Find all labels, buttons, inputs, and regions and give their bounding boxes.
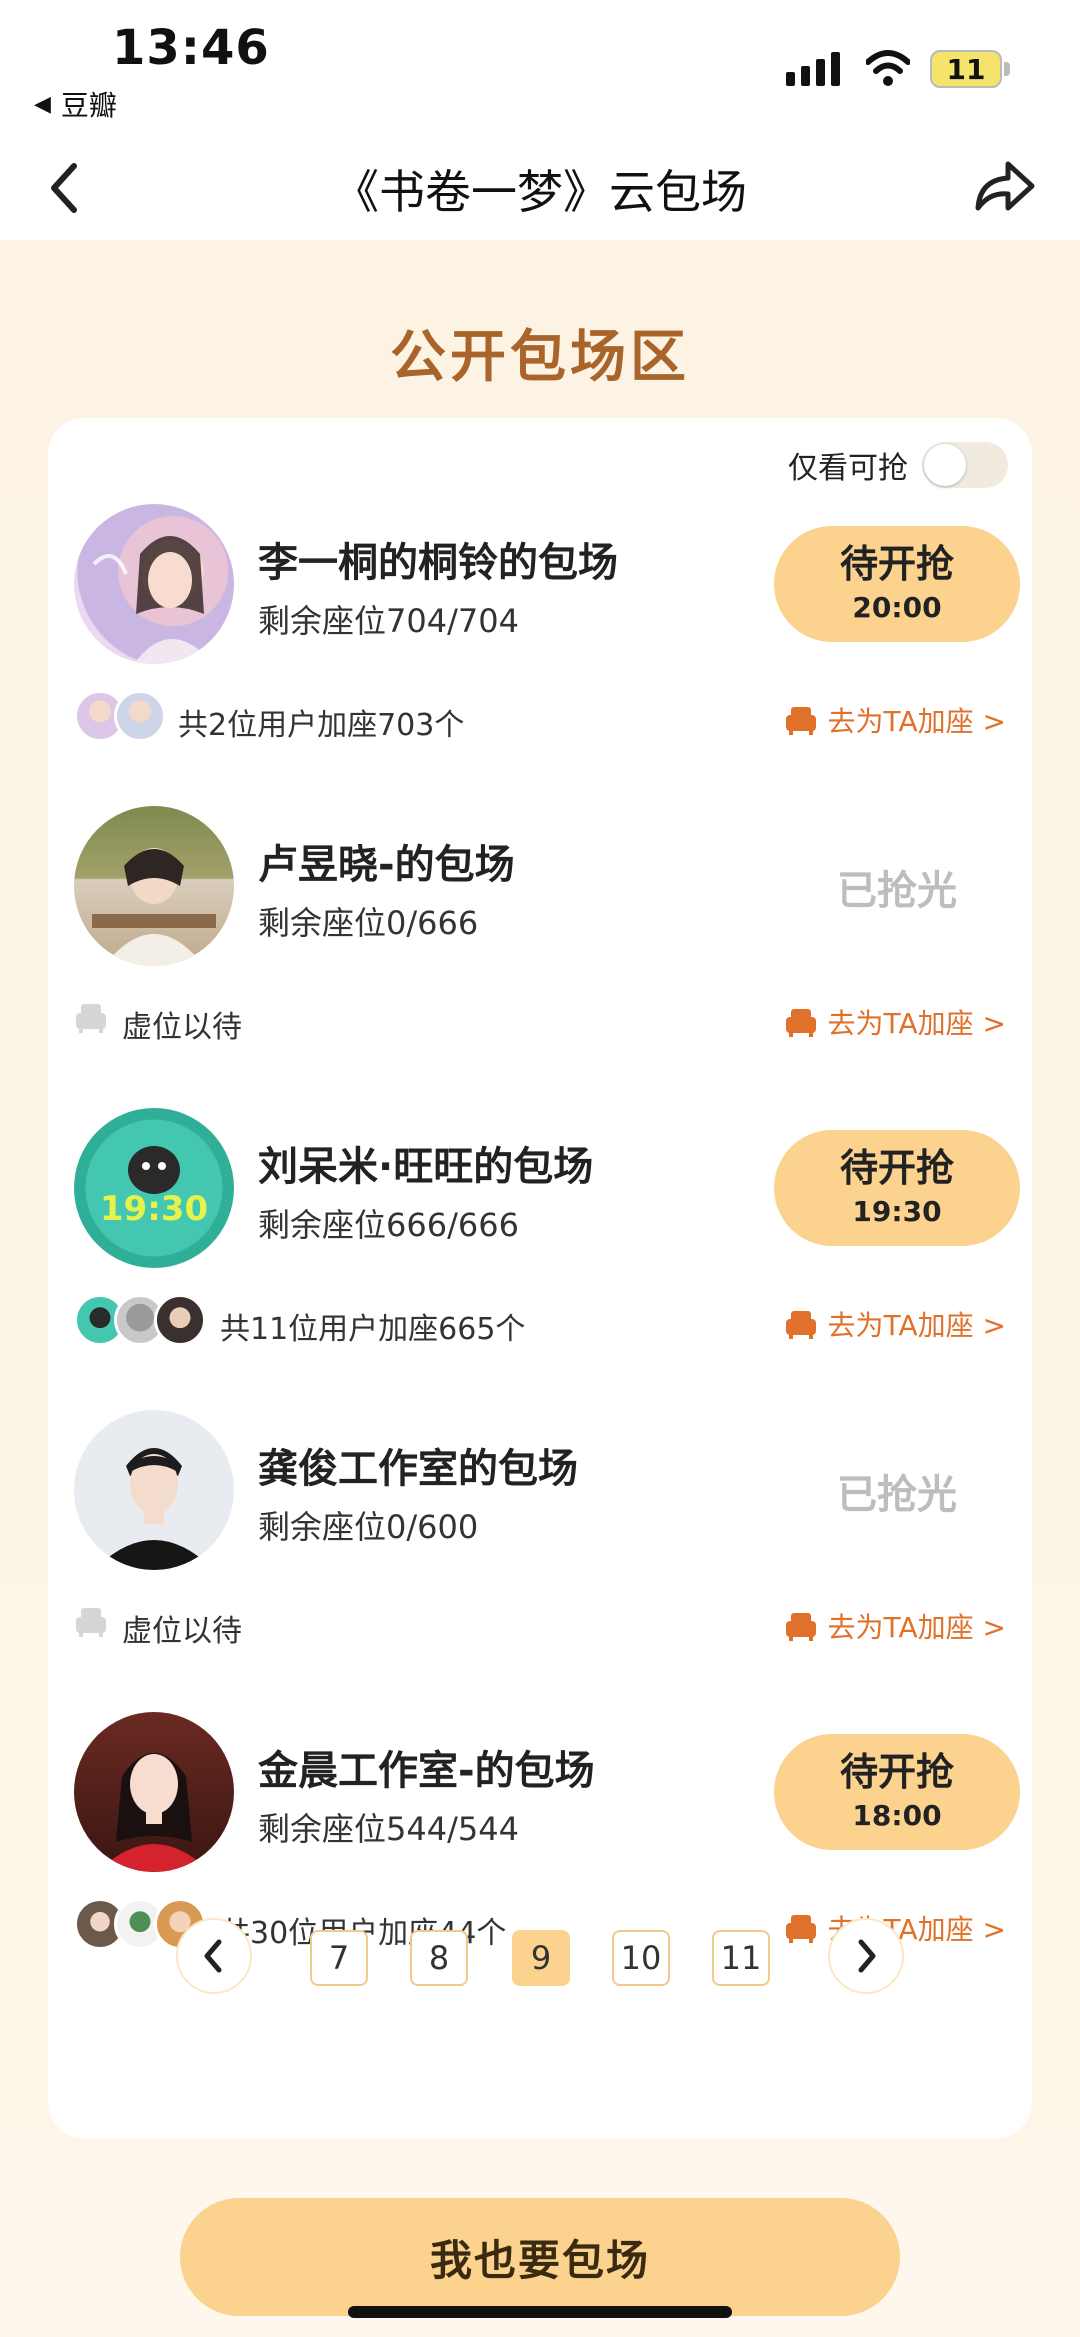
status-time: 13:46: [112, 20, 270, 76]
grab-start-time: 18:00: [852, 1799, 942, 1833]
create-screening-button[interactable]: 我也要包场: [180, 2198, 900, 2316]
empty-seat-icon: [76, 1004, 106, 1033]
seat-summary: 共11位用户加座665个: [220, 1312, 526, 1347]
screening-title: 李一桐的桐铃的包场: [258, 540, 618, 586]
pending-grab-button[interactable]: 待开抢 18:00: [774, 1734, 1020, 1850]
portrait-image: [98, 1753, 210, 1872]
sold-out-status: 已抢光: [837, 868, 957, 914]
empty-seat-icon: [76, 1608, 106, 1637]
seat-summary-row: 共11位用户加座665个 去为TA加座 >: [74, 1294, 1006, 1350]
add-seat-label: 去为TA加座 >: [827, 705, 1006, 738]
sold-out-status: 已抢光: [837, 1472, 957, 1518]
share-icon[interactable]: [970, 154, 1040, 218]
seat-summary-row: 虚位以待 去为TA加座 >: [74, 992, 1006, 1048]
back-to-app-link[interactable]: ◀ 豆瓣: [34, 84, 117, 124]
remaining-seats: 剩余座位666/666: [258, 1206, 519, 1244]
host-avatar[interactable]: 19:30: [74, 1108, 234, 1268]
host-avatar[interactable]: [74, 1712, 234, 1872]
screening-title: 刘呆米·旺旺的包场: [258, 1144, 594, 1190]
screening-title: 卢昱晓-的包场: [258, 842, 515, 888]
host-avatar[interactable]: [74, 806, 234, 966]
cellular-signal-icon: [786, 52, 840, 86]
battery-icon: 11: [930, 50, 1002, 88]
page-button[interactable]: 11: [712, 1930, 770, 1986]
prev-page-button[interactable]: [176, 1918, 252, 1994]
pending-grab-label: 待开抢: [839, 1749, 954, 1794]
page-button[interactable]: 10: [612, 1930, 670, 1986]
back-app-label: 豆瓣: [60, 89, 117, 122]
participant-avatar: [114, 690, 166, 742]
wifi-icon: [866, 50, 910, 86]
sofa-icon: [785, 1311, 816, 1339]
sofa-icon: [785, 1613, 816, 1641]
seat-summary-row: 共2位用户加座703个 去为TA加座 >: [74, 690, 1006, 746]
remaining-seats: 剩余座位0/600: [258, 1508, 479, 1546]
host-avatar[interactable]: [74, 1410, 234, 1570]
screening-entry[interactable]: 李一桐的桐铃的包场 剩余座位704/704 待开抢 20:00 共2位用户加座7…: [48, 504, 1032, 804]
battery-tip: [1004, 62, 1010, 76]
chevron-left-icon: [204, 1939, 222, 1973]
toggle-knob: [924, 444, 966, 486]
add-seat-label: 去为TA加座 >: [827, 1309, 1006, 1342]
participant-avatars: [74, 1294, 206, 1346]
sofa-icon: [785, 707, 816, 735]
add-seat-link[interactable]: 去为TA加座 >: [784, 700, 1006, 740]
status-bar: 13:46 ◀ 豆瓣 11: [0, 0, 1080, 130]
page-button-current[interactable]: 9: [512, 1930, 570, 1986]
back-triangle-icon: ◀: [34, 91, 51, 117]
screening-title: 金晨工作室-的包场: [258, 1748, 595, 1794]
screening-entry[interactable]: 19:30 刘呆米·旺旺的包场 剩余座位666/666 待开抢 19:30 共1…: [48, 1108, 1032, 1408]
pending-grab-button[interactable]: 待开抢 19:30: [774, 1130, 1020, 1246]
seat-summary-row: 虚位以待 去为TA加座 >: [74, 1596, 1006, 1652]
next-page-button[interactable]: [828, 1918, 904, 1994]
participant-avatars: [74, 690, 166, 742]
grab-start-time: 20:00: [852, 591, 942, 625]
pending-grab-label: 待开抢: [839, 541, 954, 586]
filter-available-label: 仅看可抢: [788, 451, 908, 486]
portrait-image: [92, 848, 216, 966]
add-seat-link[interactable]: 去为TA加座 >: [784, 1304, 1006, 1344]
remaining-seats: 剩余座位704/704: [258, 602, 519, 640]
page-button[interactable]: 7: [310, 1930, 368, 1986]
svg-text:19:30: 19:30: [100, 1189, 208, 1229]
nav-bar: 《书卷一梦》云包场: [0, 130, 1080, 240]
host-avatar[interactable]: [74, 504, 234, 664]
add-seat-label: 去为TA加座 >: [827, 1611, 1006, 1644]
home-indicator[interactable]: [348, 2306, 732, 2318]
page-title: 《书卷一梦》云包场: [333, 165, 747, 219]
pending-grab-label: 待开抢: [839, 1145, 954, 1190]
portrait-image: 19:30: [100, 1146, 208, 1229]
remaining-seats: 剩余座位0/666: [258, 904, 479, 942]
section-title: 公开包场区: [390, 325, 690, 390]
page-button[interactable]: 8: [410, 1930, 468, 1986]
screening-entry[interactable]: 龚俊工作室的包场 剩余座位0/600 已抢光 虚位以待 去为TA加座 >: [48, 1410, 1032, 1710]
seat-summary: 虚位以待: [122, 1010, 242, 1045]
chevron-right-icon: [858, 1939, 876, 1973]
portrait-image: [94, 1448, 214, 1570]
portrait-image: [92, 536, 214, 664]
filter-available-toggle[interactable]: [922, 442, 1008, 488]
pending-grab-button[interactable]: 待开抢 20:00: [774, 526, 1020, 642]
filter-available-row: 仅看可抢: [788, 442, 1008, 488]
screening-list-card: 仅看可抢 李一桐的桐铃的包场 剩余座位704/704 待开抢 20:00 共2位…: [48, 418, 1032, 2138]
grab-start-time: 19:30: [852, 1195, 942, 1229]
add-seat-label: 去为TA加座 >: [827, 1007, 1006, 1040]
pagination: 7 8 9 10 11: [48, 1918, 1032, 1998]
screening-title: 龚俊工作室的包场: [258, 1446, 578, 1492]
remaining-seats: 剩余座位544/544: [258, 1810, 519, 1848]
add-seat-link[interactable]: 去为TA加座 >: [784, 1606, 1006, 1646]
add-seat-link[interactable]: 去为TA加座 >: [784, 1002, 1006, 1042]
seat-summary: 虚位以待: [122, 1614, 242, 1649]
sofa-icon: [785, 1009, 816, 1037]
screening-entry[interactable]: 卢昱晓-的包场 剩余座位0/666 已抢光 虚位以待 去为TA加座 >: [48, 806, 1032, 1106]
seat-summary: 共2位用户加座703个: [178, 708, 465, 743]
participant-avatar: [154, 1294, 206, 1346]
